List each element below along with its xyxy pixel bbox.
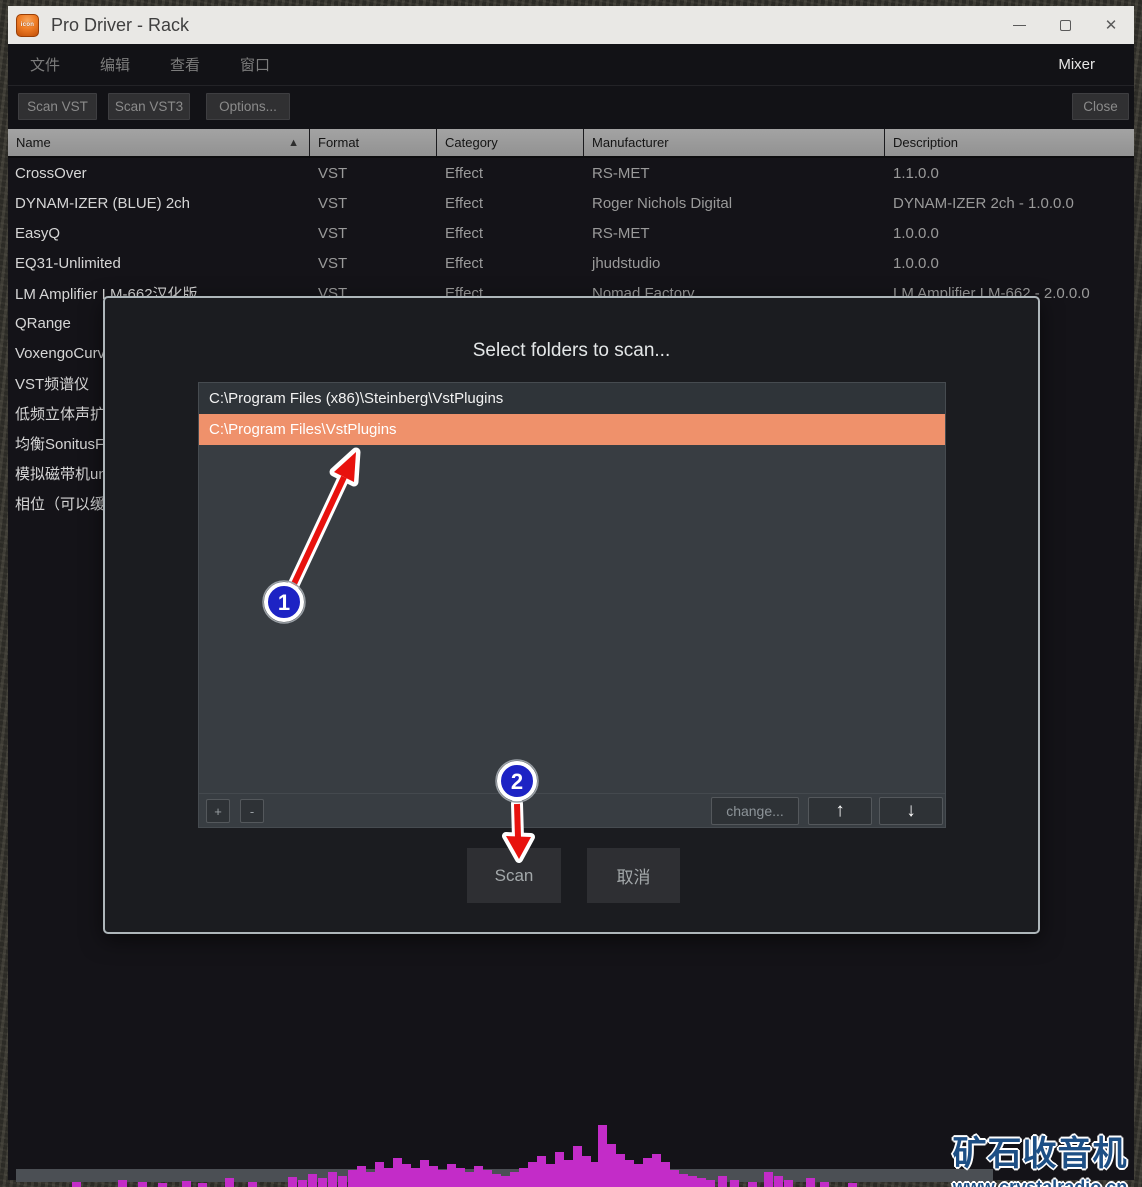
sort-ascending-icon: ▲ bbox=[288, 136, 299, 149]
titlebar: icon Pro Driver - Rack ✕ bbox=[8, 6, 1134, 44]
scan-folders-dialog: Select folders to scan... C:\Program Fil… bbox=[103, 296, 1040, 934]
cell-format: VST bbox=[318, 224, 348, 242]
arrow-up-icon: ↑ bbox=[835, 800, 845, 821]
column-header-name[interactable]: Name ▲ bbox=[8, 129, 310, 156]
app-icon-label: icon bbox=[20, 22, 35, 28]
spectrum-bar bbox=[138, 1182, 147, 1187]
column-header-label: Name bbox=[16, 135, 51, 150]
maximize-button[interactable] bbox=[1042, 6, 1088, 44]
cell-manufacturer: jhudstudio bbox=[592, 254, 661, 272]
menu-item-0[interactable]: 文件 bbox=[30, 54, 60, 75]
minimize-icon bbox=[1012, 24, 1026, 26]
cancel-button[interactable]: 取消 bbox=[587, 848, 680, 903]
cell-description: 1.1.0.0 bbox=[893, 164, 939, 182]
cell-description: DYNAM-IZER 2ch - 1.0.0.0 bbox=[893, 194, 1074, 212]
cell-category: Effect bbox=[445, 224, 484, 242]
table-row[interactable]: DYNAM-IZER (BLUE) 2ch VST Effect Roger Nich… bbox=[8, 188, 1134, 218]
column-header-label: Description bbox=[893, 135, 959, 150]
menubar: 文件 编辑 查看 窗口 Mixer bbox=[8, 44, 1134, 85]
folder-list-footer: + - change... ↑ ↓ bbox=[199, 793, 945, 827]
scan-button[interactable]: Scan bbox=[467, 848, 561, 903]
move-up-button[interactable]: ↑ bbox=[808, 797, 872, 825]
cell-description: 1.0.0.0 bbox=[893, 254, 939, 272]
cell-name: EasyQ bbox=[15, 224, 61, 242]
cell-name: DYNAM-IZER (BLUE) 2ch bbox=[15, 194, 191, 212]
remove-folder-button[interactable]: - bbox=[240, 799, 264, 823]
cell-manufacturer: RS-MET bbox=[592, 164, 650, 182]
spectrum-bar bbox=[158, 1183, 167, 1187]
horizontal-scrollbar[interactable] bbox=[16, 1169, 993, 1182]
cell-category: Effect bbox=[445, 194, 484, 212]
cell-description: 1.0.0.0 bbox=[893, 224, 939, 242]
move-down-button[interactable]: ↓ bbox=[879, 797, 943, 825]
toolbar-button-scan-vst3[interactable]: Scan VST3 bbox=[108, 93, 190, 120]
window-controls: ✕ bbox=[996, 6, 1134, 44]
arrow-down-icon: ↓ bbox=[906, 800, 916, 821]
spectrum-bar bbox=[820, 1182, 829, 1187]
spectrum-bar bbox=[198, 1183, 207, 1187]
mixer-label[interactable]: Mixer bbox=[1058, 56, 1095, 73]
spectrum-bar bbox=[72, 1182, 81, 1187]
column-header-format[interactable]: Format bbox=[310, 129, 437, 156]
toolbar-button-options[interactable]: Options... bbox=[206, 93, 290, 120]
menu-item-3[interactable]: 窗口 bbox=[240, 54, 270, 75]
table-row[interactable]: CrossOver VST Effect RS-MET 1.1.0.0 bbox=[8, 158, 1134, 188]
spectrum-bar bbox=[848, 1183, 857, 1187]
dialog-title: Select folders to scan... bbox=[472, 340, 671, 361]
cell-category: Effect bbox=[445, 164, 484, 182]
column-header-manufacturer[interactable]: Manufacturer bbox=[584, 129, 885, 156]
column-header-label: Category bbox=[445, 135, 498, 150]
folder-row[interactable]: C:\Program Files (x86)\Steinberg\VstPlug… bbox=[199, 383, 945, 414]
menu-item-2[interactable]: 查看 bbox=[170, 54, 200, 75]
cell-manufacturer: Roger Nichols Digital bbox=[592, 194, 733, 212]
close-panel-button[interactable]: Close bbox=[1072, 93, 1129, 120]
close-window-button[interactable]: ✕ bbox=[1088, 6, 1134, 44]
column-header-label: Manufacturer bbox=[592, 135, 669, 150]
toolbar: Close Scan VST Scan VST3 Options... bbox=[8, 85, 1134, 129]
change-folder-button[interactable]: change... bbox=[711, 797, 799, 825]
folder-rows: C:\Program Files (x86)\Steinberg\VstPlug… bbox=[199, 383, 945, 445]
desktop-background: icon Pro Driver - Rack ✕ 文件 编辑 查看 窗口 Mixer C… bbox=[0, 0, 1142, 1187]
table-header: Name ▲ Format Category Manufacturer Descripti… bbox=[8, 129, 1134, 158]
spectrum-bar bbox=[248, 1182, 257, 1187]
cell-name: CrossOver bbox=[15, 164, 87, 182]
column-header-label: Format bbox=[318, 135, 360, 150]
close-icon: ✕ bbox=[1104, 17, 1118, 34]
table-row[interactable]: EQ31-Unlimited VST Effect jhudstudio 1.0.0.0 bbox=[8, 248, 1134, 278]
cell-format: VST bbox=[318, 164, 348, 182]
toolbar-button-scan-vst[interactable]: Scan VST bbox=[18, 93, 97, 120]
cell-name: EQ31-Unlimited bbox=[15, 254, 121, 272]
watermark-title: 矿石收音机 bbox=[952, 1135, 1128, 1173]
cell-format: VST bbox=[318, 194, 348, 212]
menu-item-1[interactable]: 编辑 bbox=[100, 54, 130, 75]
cell-manufacturer: RS-MET bbox=[592, 224, 650, 242]
app-icon: icon bbox=[16, 13, 39, 37]
cell-category: Effect bbox=[445, 254, 484, 272]
column-header-category[interactable]: Category bbox=[437, 129, 584, 156]
add-folder-button[interactable]: + bbox=[206, 799, 230, 823]
minimize-button[interactable] bbox=[996, 6, 1042, 44]
column-header-description[interactable]: Description bbox=[885, 129, 1134, 156]
folder-list: C:\Program Files (x86)\Steinberg\VstPlug… bbox=[198, 382, 946, 828]
folder-row-selected[interactable]: C:\Program Files\VstPlugins bbox=[199, 414, 945, 445]
table-row[interactable]: EasyQ VST Effect RS-MET 1.0.0.0 bbox=[8, 218, 1134, 248]
maximize-icon bbox=[1059, 19, 1071, 31]
cell-format: VST bbox=[318, 254, 348, 272]
spectrum-bar bbox=[748, 1182, 757, 1187]
window-title: Pro Driver - Rack bbox=[51, 14, 190, 35]
